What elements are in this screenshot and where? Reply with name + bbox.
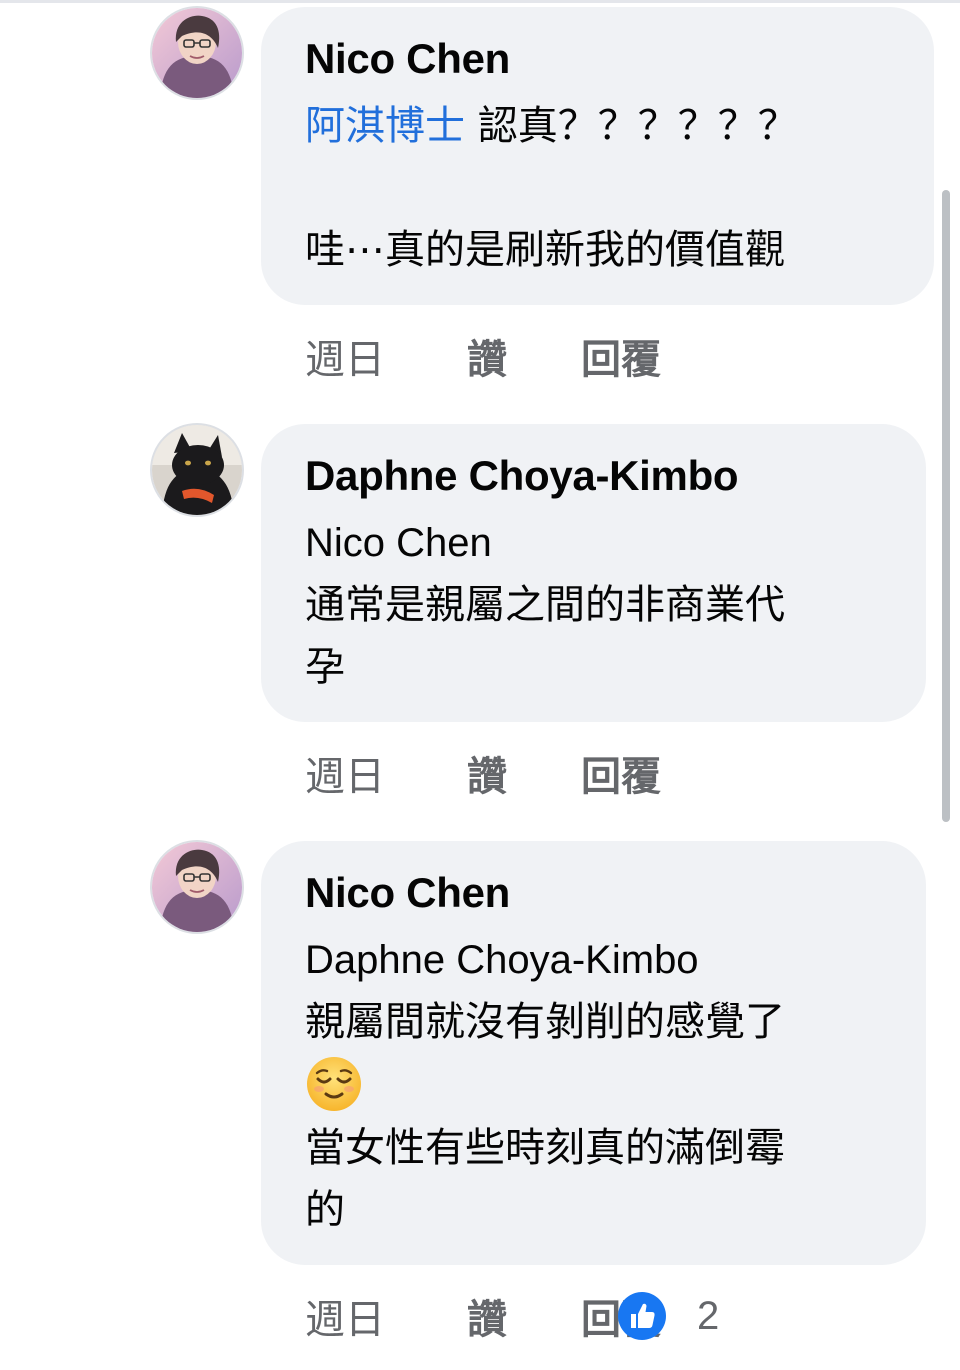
avatar[interactable] — [150, 840, 244, 934]
avatar[interactable] — [150, 6, 244, 100]
comment-text-line: 當女性有些時刻真的滿倒霉 — [305, 1125, 785, 1171]
like-button[interactable]: 讚 — [467, 1287, 581, 1345]
comment-text-line: 通常是親屬之間的非商業代 — [305, 582, 785, 628]
comment-text-line: 哇⋯真的是刷新我的價值觀 — [305, 227, 785, 273]
relieved-face-emoji-icon — [307, 1057, 361, 1111]
comment-text-line: 阿淇博士 認真？？？？？？ — [305, 95, 898, 157]
comment-actions: 週日 讚 回覆 2 — [305, 1286, 719, 1346]
like-button[interactable]: 讚 — [467, 327, 581, 385]
like-button[interactable]: 讚 — [467, 744, 581, 802]
comment-author[interactable]: Daphne Choya-Kimbo — [305, 452, 890, 500]
person-avatar-icon — [152, 8, 242, 98]
comment-timestamp[interactable]: 週日 — [305, 744, 467, 802]
comment-actions: 週日 讚 回覆 — [305, 326, 711, 386]
comment-bubble: Daphne Choya-Kimbo Nico Chen 通常是親屬之間的非商業… — [261, 424, 926, 722]
comment-text-line: 的 — [305, 1187, 345, 1233]
top-divider — [0, 0, 960, 3]
cat-avatar-icon — [152, 425, 242, 515]
avatar[interactable] — [150, 423, 244, 517]
comment-text-line: 親屬間就沒有剝削的感覺了 — [305, 999, 785, 1045]
comment-author[interactable]: Nico Chen — [305, 35, 898, 83]
like-thumb-icon — [618, 1292, 666, 1340]
comment-text: 認真？？？？？？ — [465, 103, 798, 149]
comment-bubble: Nico Chen Daphne Choya-Kimbo 親屬間就沒有剝削的感覺… — [261, 841, 926, 1265]
mention-link[interactable]: Daphne Choya-Kimbo — [305, 929, 890, 991]
comment-bubble: Nico Chen 阿淇博士 認真？？？？？？ 哇⋯真的是刷新我的價值觀 — [261, 7, 934, 305]
comment-text-line: 孕 — [305, 644, 345, 690]
mention-link[interactable]: Nico Chen — [305, 512, 890, 574]
line-break — [305, 157, 898, 219]
reply-button[interactable]: 回覆 — [581, 744, 711, 802]
comment-author[interactable]: Nico Chen — [305, 869, 890, 917]
emoji-line — [305, 1055, 890, 1117]
reaction-count: 2 — [697, 1293, 720, 1338]
mention-link[interactable]: 阿淇博士 — [305, 103, 465, 149]
comment-timestamp[interactable]: 週日 — [305, 327, 467, 385]
reaction-summary[interactable]: 2 — [617, 1291, 719, 1341]
comment-actions: 週日 讚 回覆 — [305, 743, 711, 803]
scrollbar[interactable] — [942, 190, 950, 822]
person-avatar-icon — [152, 842, 242, 932]
reply-button[interactable]: 回覆 — [581, 327, 711, 385]
comment-timestamp[interactable]: 週日 — [305, 1287, 467, 1345]
